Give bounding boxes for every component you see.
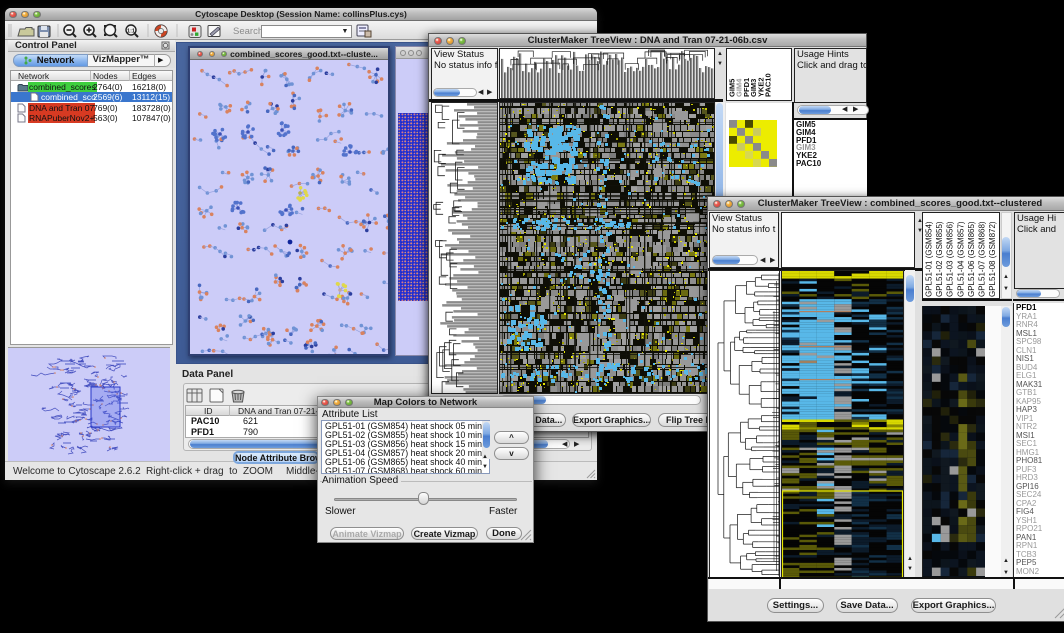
svg-text:PAC10: PAC10 bbox=[764, 73, 773, 97]
svg-text:1:1: 1:1 bbox=[127, 29, 135, 35]
